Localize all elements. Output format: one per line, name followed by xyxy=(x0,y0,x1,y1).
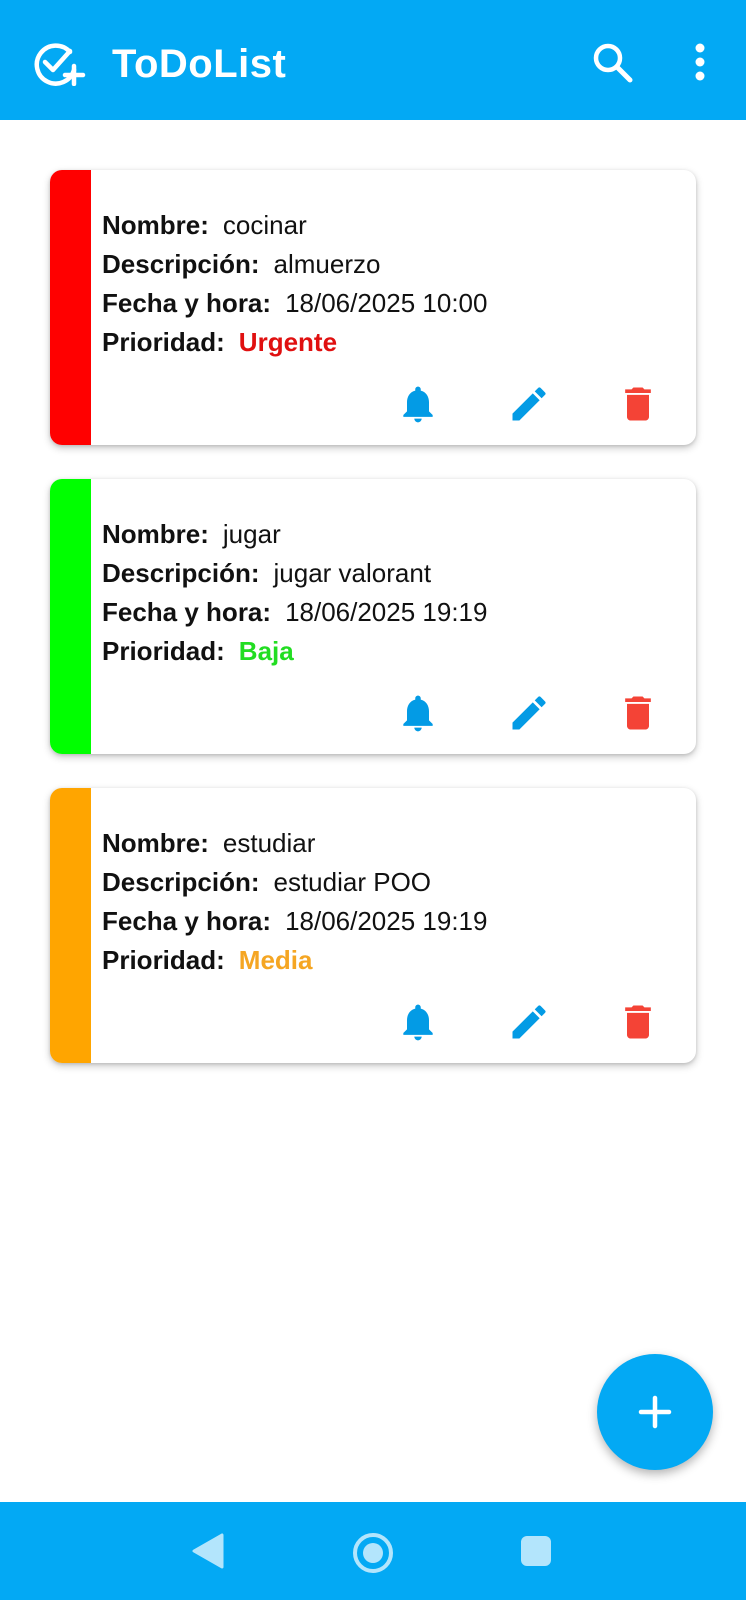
back-icon xyxy=(192,1533,224,1569)
nav-home-button[interactable] xyxy=(352,1532,394,1579)
task-description: estudiar POO xyxy=(273,867,432,897)
trash-icon xyxy=(625,387,651,421)
task-card[interactable]: Nombre: estudiar Descripción: estudiar POO… xyxy=(50,788,696,1063)
descripcion-label: Descripción: xyxy=(102,249,260,279)
pencil-icon xyxy=(512,696,546,730)
task-card[interactable]: Nombre: cocinar Descripción: almuerzo Fech… xyxy=(50,170,696,445)
pencil-icon xyxy=(512,1005,546,1039)
prioridad-label: Prioridad: xyxy=(102,945,225,975)
priority-stripe xyxy=(50,170,91,445)
task-name: cocinar xyxy=(222,210,307,240)
delete-button[interactable] xyxy=(616,691,660,735)
bell-icon xyxy=(403,695,433,732)
nombre-label: Nombre: xyxy=(102,519,209,549)
descripcion-label: Descripción: xyxy=(102,558,260,588)
fecha-label: Fecha y hora: xyxy=(102,906,272,936)
task-priority: Media xyxy=(238,945,313,975)
prioridad-label: Prioridad: xyxy=(102,327,225,357)
priority-stripe xyxy=(50,479,91,754)
search-button[interactable] xyxy=(588,38,638,88)
nombre-label: Nombre: xyxy=(102,828,209,858)
delete-button[interactable] xyxy=(616,1000,660,1044)
more-vert-icon xyxy=(695,43,705,81)
search-icon xyxy=(593,43,633,83)
check-circle-plus-icon xyxy=(34,40,86,87)
edit-button[interactable] xyxy=(507,691,551,735)
task-datetime: 18/06/2025 19:19 xyxy=(285,597,488,627)
prioridad-label: Prioridad: xyxy=(102,636,225,666)
pencil-icon xyxy=(512,387,546,421)
delete-button[interactable] xyxy=(616,382,660,426)
notify-button[interactable] xyxy=(396,691,440,735)
notify-button[interactable] xyxy=(396,1000,440,1044)
edit-button[interactable] xyxy=(507,1000,551,1044)
trash-icon xyxy=(625,696,651,730)
task-datetime: 18/06/2025 19:19 xyxy=(285,906,488,936)
nav-back-button[interactable] xyxy=(190,1532,226,1575)
app-title: ToDoList xyxy=(112,42,287,86)
home-icon xyxy=(353,1533,393,1573)
bell-icon xyxy=(403,1004,433,1041)
fecha-label: Fecha y hora: xyxy=(102,597,272,627)
descripcion-label: Descripción: xyxy=(102,867,260,897)
app-bar: ToDoList xyxy=(0,0,746,120)
task-priority: Baja xyxy=(238,636,294,666)
recents-icon xyxy=(521,1536,551,1566)
task-description: almuerzo xyxy=(273,249,381,279)
more-options-button[interactable] xyxy=(688,38,712,88)
bell-icon xyxy=(403,386,433,423)
add-task-button[interactable] xyxy=(597,1354,713,1470)
nav-recents-button[interactable] xyxy=(520,1535,552,1572)
task-description: jugar valorant xyxy=(273,558,432,588)
task-card[interactable]: Nombre: jugar Descripción: jugar valorant … xyxy=(50,479,696,754)
task-list: Nombre: cocinar Descripción: almuerzo Fech… xyxy=(50,170,696,1097)
notify-button[interactable] xyxy=(396,382,440,426)
edit-button[interactable] xyxy=(507,382,551,426)
nombre-label: Nombre: xyxy=(102,210,209,240)
task-datetime: 18/06/2025 10:00 xyxy=(285,288,488,318)
trash-icon xyxy=(625,1005,651,1039)
task-name: estudiar xyxy=(222,828,316,858)
fecha-label: Fecha y hora: xyxy=(102,288,272,318)
task-priority: Urgente xyxy=(238,327,338,357)
task-name: jugar xyxy=(222,519,281,549)
system-nav-bar xyxy=(0,1502,746,1600)
plus-icon xyxy=(638,1395,672,1429)
priority-stripe xyxy=(50,788,91,1063)
